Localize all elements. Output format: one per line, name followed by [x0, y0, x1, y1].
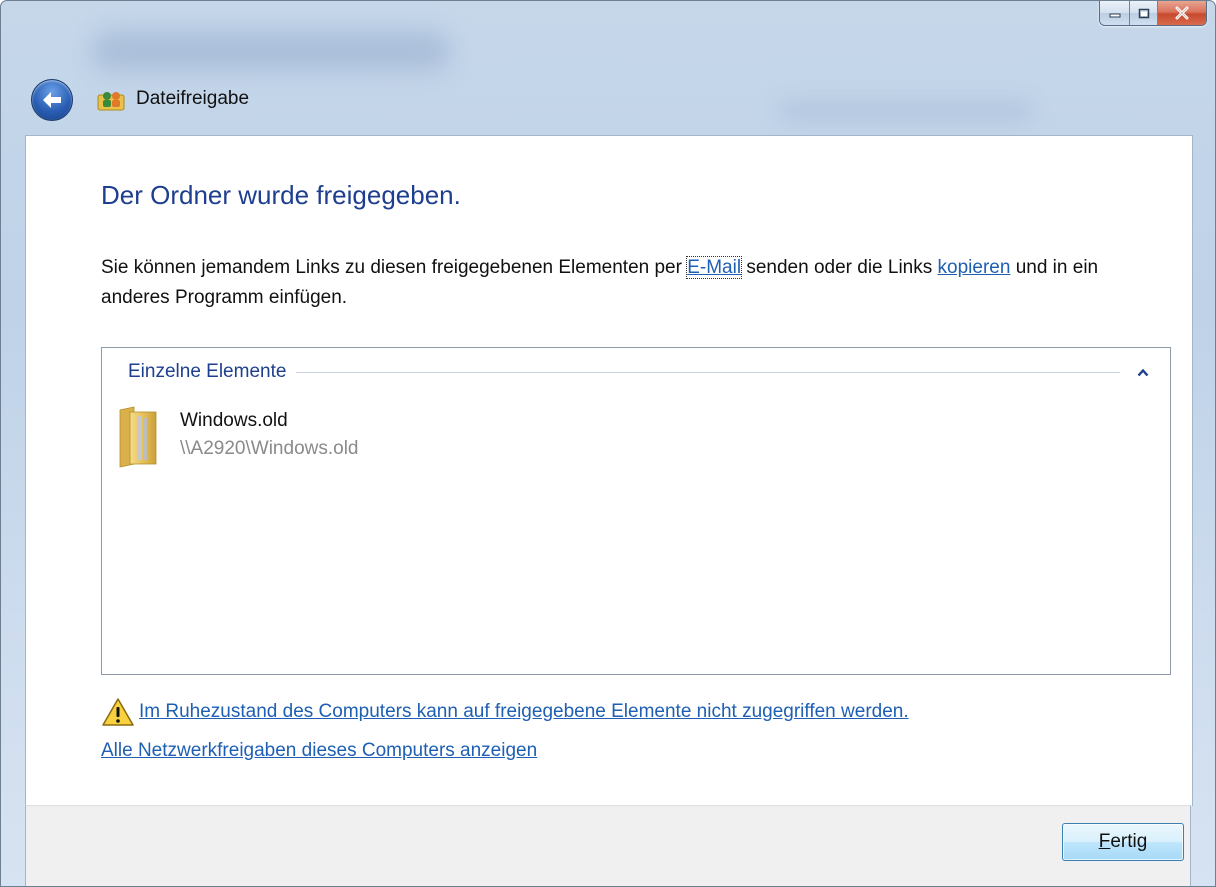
warning-row: Im Ruhezustand des Computers kann auf fr… [101, 696, 909, 728]
glass-blur [781, 101, 1031, 121]
copy-link[interactable]: kopieren [938, 257, 1011, 278]
shared-items-list[interactable]: Einzelne Elemente Windows.old \\A2920\Wi… [101, 347, 1171, 675]
dialog-window: Dateifreigabe Der Ordner wurde freigegeb… [0, 0, 1216, 887]
item-path: \\A2920\Windows.old [180, 438, 359, 459]
maximize-button[interactable] [1130, 1, 1158, 25]
description-part: Sie können jemandem Links zu diesen frei… [101, 257, 688, 278]
back-button[interactable] [31, 79, 73, 121]
minimize-button[interactable] [1100, 1, 1130, 25]
all-network-shares-link[interactable]: Alle Netzwerkfreigaben dieses Computers … [101, 740, 537, 762]
caption-buttons [1099, 1, 1207, 26]
email-link[interactable]: E-Mail [686, 256, 743, 279]
done-button-accelerator: F [1098, 831, 1111, 852]
done-button[interactable]: Fertig [1062, 823, 1184, 861]
back-arrow-icon [43, 92, 61, 108]
glass-blur [91, 31, 451, 71]
chevron-up-icon [1137, 368, 1149, 376]
group-header[interactable]: Einzelne Elemente [128, 359, 1152, 385]
content-area: Der Ordner wurde freigegeben. Sie können… [25, 135, 1193, 806]
close-button[interactable] [1158, 1, 1206, 25]
item-name: Windows.old [180, 410, 288, 431]
page-heading: Der Ordner wurde freigegeben. [101, 180, 461, 210]
list-item[interactable]: Windows.old \\A2920\Windows.old [116, 404, 536, 468]
close-icon [1175, 6, 1189, 20]
maximize-icon [1138, 8, 1149, 18]
window-title: Dateifreigabe [136, 88, 250, 109]
folder-icon [119, 406, 157, 468]
description-part: senden oder die Links [741, 257, 938, 278]
footer-bar: Fertig [25, 805, 1191, 886]
warning-icon [102, 698, 134, 726]
minimize-icon [1109, 13, 1120, 18]
collapse-button[interactable] [1134, 363, 1152, 381]
file-sharing-icon [97, 92, 125, 111]
sleep-warning-link[interactable]: Im Ruhezustand des Computers kann auf fr… [139, 701, 909, 723]
description-text: Sie können jemandem Links zu diesen frei… [101, 253, 1141, 313]
group-label: Einzelne Elemente [128, 361, 287, 382]
done-button-label: ertig [1110, 831, 1148, 852]
group-divider [296, 371, 1120, 373]
